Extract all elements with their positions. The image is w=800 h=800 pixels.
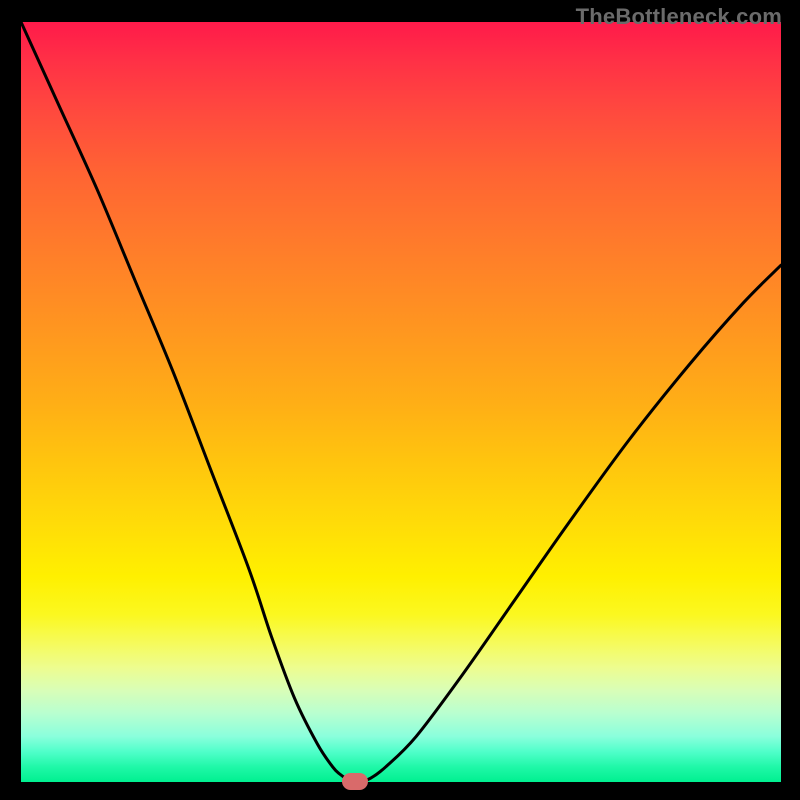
chart-container: TheBottleneck.com [0,0,800,800]
plot-gradient-background [21,22,781,782]
watermark-text: TheBottleneck.com [576,4,782,30]
optimal-point-marker [342,773,368,790]
